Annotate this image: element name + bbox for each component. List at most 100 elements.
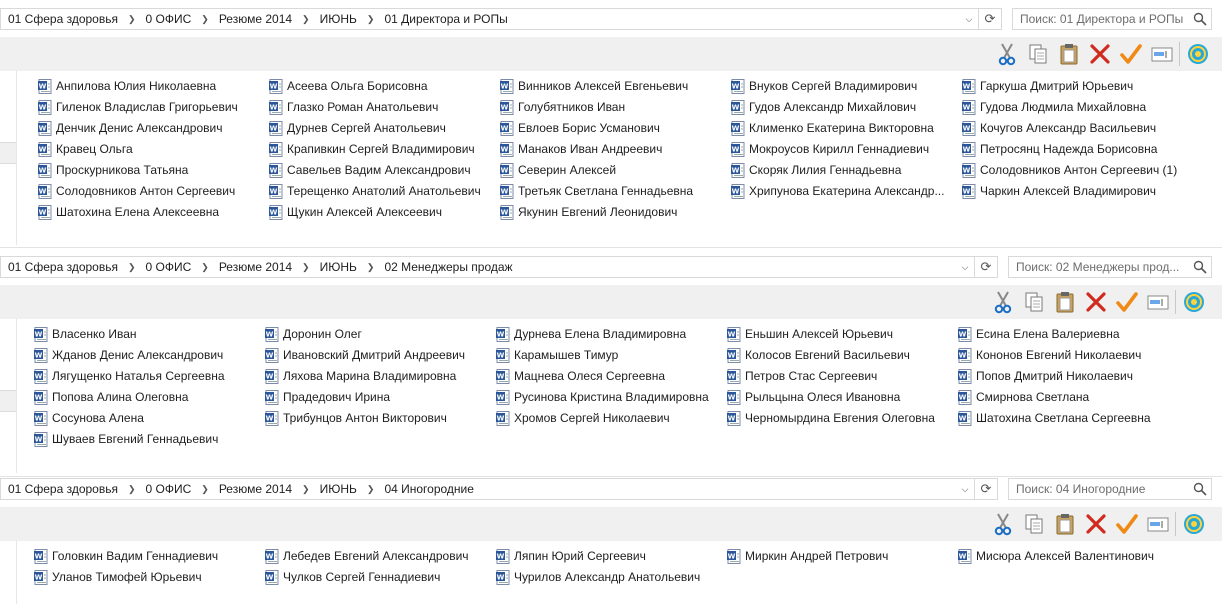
- address-bar[interactable]: 01 Сфера здоровья ❯ 0 ОФИС ❯ Резюме 2014 ❯ ИЮН…: [0, 478, 998, 500]
- breadcrumb-item[interactable]: Резюме 2014: [215, 482, 296, 496]
- file-item[interactable]: W Черномырдина Евгения Олеговна: [727, 408, 935, 428]
- file-item[interactable]: W Асеева Ольга Борисовна: [269, 76, 428, 96]
- file-item[interactable]: W Колосов Евгений Васильевич: [727, 345, 910, 365]
- file-item[interactable]: W Шуваев Евгений Геннадьевич: [34, 429, 218, 449]
- file-item[interactable]: W Попова Алина Олеговна: [34, 387, 188, 407]
- file-item[interactable]: W Хрипунова Екатерина Александр...: [731, 181, 944, 201]
- file-item[interactable]: W Петросянц Надежда Борисовна: [962, 139, 1157, 159]
- breadcrumb-item[interactable]: 0 ОФИС: [142, 482, 196, 496]
- file-item[interactable]: W Солодовников Антон Сергеевич: [38, 181, 235, 201]
- file-item[interactable]: W Ляхова Марина Владимировна: [265, 366, 456, 386]
- file-item[interactable]: W Ивановский Дмитрий Андреевич: [265, 345, 465, 365]
- file-item[interactable]: W Дурнева Елена Владимировна: [496, 324, 686, 344]
- file-item[interactable]: W Ляпин Юрий Сергеевич: [496, 546, 646, 566]
- paste-icon[interactable]: [1049, 287, 1080, 317]
- breadcrumb-chevron-icon[interactable]: ❯: [296, 262, 316, 273]
- file-item[interactable]: W Евлоев Борис Усманович: [500, 118, 660, 138]
- search-icon[interactable]: [1189, 479, 1211, 499]
- copy-icon[interactable]: [1022, 39, 1053, 69]
- cut-icon[interactable]: [987, 509, 1018, 539]
- file-item[interactable]: W Гудов Александр Михайлович: [731, 97, 916, 117]
- file-item[interactable]: W Трибунцов Антон Викторович: [265, 408, 447, 428]
- file-item[interactable]: W Дурнев Сергей Анатольевич: [269, 118, 446, 138]
- file-item[interactable]: W Кравец Ольга: [38, 139, 133, 159]
- file-item[interactable]: W Чаркин Алексей Владимирович: [962, 181, 1156, 201]
- nav-pane-item[interactable]: [0, 142, 16, 164]
- breadcrumb-item[interactable]: 02 Менеджеры продаж: [380, 260, 516, 274]
- file-item[interactable]: W Шатохина Светлана Сергеевна: [958, 408, 1151, 428]
- breadcrumb-chevron-icon[interactable]: ❯: [122, 484, 142, 495]
- breadcrumb-chevron-icon[interactable]: ❯: [195, 262, 215, 273]
- rename-icon[interactable]: [1142, 287, 1173, 317]
- file-item[interactable]: W Мисюра Алексей Валентинович: [958, 546, 1154, 566]
- breadcrumb-item[interactable]: 0 ОФИС: [142, 12, 196, 26]
- file-item[interactable]: W Власенко Иван: [34, 324, 137, 344]
- file-item[interactable]: W Внуков Сергей Владимирович: [731, 76, 917, 96]
- file-item[interactable]: W Русинова Кристина Владимировна: [496, 387, 709, 407]
- file-item[interactable]: W Хромов Сергей Николаевич: [496, 408, 670, 428]
- file-item[interactable]: W Попов Дмитрий Николаевич: [958, 366, 1133, 386]
- breadcrumb-item[interactable]: ИЮНЬ: [316, 260, 361, 274]
- file-item[interactable]: W Савельев Вадим Александрович: [269, 160, 471, 180]
- file-item[interactable]: W Якунин Евгений Леонидович: [500, 202, 677, 222]
- delete-icon[interactable]: [1080, 287, 1111, 317]
- file-item[interactable]: W Голубятников Иван: [500, 97, 625, 117]
- search-input[interactable]: Поиск: 04 Иногородние: [1008, 478, 1212, 500]
- file-item[interactable]: W Третьяк Светлана Геннадьевна: [500, 181, 693, 201]
- address-bar[interactable]: 01 Сфера здоровья ❯ 0 ОФИС ❯ Резюме 2014 ❯ ИЮН…: [0, 256, 998, 278]
- refresh-icon[interactable]: ⟳: [978, 9, 1001, 29]
- breadcrumb-item[interactable]: 04 Иногородние: [380, 482, 477, 496]
- delete-icon[interactable]: [1080, 509, 1111, 539]
- file-item[interactable]: W Шатохина Елена Алексеевна: [38, 202, 219, 222]
- file-item[interactable]: W Гудова Людмила Михайловна: [962, 97, 1146, 117]
- breadcrumb-item[interactable]: 01 Сфера здоровья: [4, 260, 122, 274]
- breadcrumb-chevron-icon[interactable]: ❯: [195, 14, 215, 25]
- file-item[interactable]: W Скоряк Лилия Геннадьевна: [731, 160, 901, 180]
- file-item[interactable]: W Лебедев Евгений Александрович: [265, 546, 469, 566]
- breadcrumb-item[interactable]: Резюме 2014: [215, 12, 296, 26]
- rename-icon[interactable]: [1142, 509, 1173, 539]
- breadcrumb-chevron-icon[interactable]: ❯: [361, 484, 381, 495]
- refresh-icon[interactable]: ⟳: [974, 257, 997, 277]
- shell-icon[interactable]: [1178, 287, 1209, 317]
- search-input[interactable]: Поиск: 01 Директора и РОПы: [1012, 8, 1212, 30]
- breadcrumb-chevron-icon[interactable]: ❯: [122, 262, 142, 273]
- shell-icon[interactable]: [1182, 39, 1213, 69]
- breadcrumb-chevron-icon[interactable]: ❯: [122, 14, 142, 25]
- pane-divider[interactable]: [16, 540, 17, 604]
- file-item[interactable]: W Сосунова Алена: [34, 408, 144, 428]
- file-item[interactable]: W Еньшин Алексей Юрьевич: [727, 324, 893, 344]
- file-item[interactable]: W Петров Стас Сергеевич: [727, 366, 877, 386]
- file-item[interactable]: W Смирнова Светлана: [958, 387, 1089, 407]
- chevron-down-icon[interactable]: ⌵: [955, 479, 974, 499]
- file-item[interactable]: W Мацнева Олеся Сергеевна: [496, 366, 665, 386]
- file-item[interactable]: W Проскурникова Татьяна: [38, 160, 188, 180]
- file-item[interactable]: W Северин Алексей: [500, 160, 616, 180]
- paste-icon[interactable]: [1053, 39, 1084, 69]
- file-item[interactable]: W Кононов Евгений Николаевич: [958, 345, 1141, 365]
- copy-icon[interactable]: [1018, 509, 1049, 539]
- address-bar[interactable]: 01 Сфера здоровья ❯ 0 ОФИС ❯ Резюме 2014 ❯ ИЮН…: [0, 8, 1002, 30]
- file-item[interactable]: W Денчик Денис Александрович: [38, 118, 222, 138]
- file-item[interactable]: W Гаркуша Дмитрий Юрьевич: [962, 76, 1133, 96]
- file-item[interactable]: W Мокроусов Кирилл Геннадиевич: [731, 139, 929, 159]
- check-icon[interactable]: [1111, 509, 1142, 539]
- file-item[interactable]: W Уланов Тимофей Юрьевич: [34, 567, 202, 587]
- breadcrumb-item[interactable]: 01 Сфера здоровья: [4, 482, 122, 496]
- file-item[interactable]: W Головкин Вадим Геннадиевич: [34, 546, 218, 566]
- file-item[interactable]: W Солодовников Антон Сергеевич (1): [962, 160, 1177, 180]
- file-item[interactable]: W Жданов Денис Александрович: [34, 345, 223, 365]
- cut-icon[interactable]: [991, 39, 1022, 69]
- check-icon[interactable]: [1115, 39, 1146, 69]
- breadcrumb-chevron-icon[interactable]: ❯: [361, 262, 381, 273]
- file-item[interactable]: W Рыльцына Олеся Ивановна: [727, 387, 900, 407]
- breadcrumb-chevron-icon[interactable]: ❯: [361, 14, 381, 25]
- pane-divider[interactable]: [16, 70, 17, 245]
- rename-icon[interactable]: [1146, 39, 1177, 69]
- breadcrumb-item[interactable]: 01 Директора и РОПы: [380, 12, 511, 26]
- breadcrumb-item[interactable]: ИЮНЬ: [316, 482, 361, 496]
- breadcrumb-item[interactable]: Резюме 2014: [215, 260, 296, 274]
- copy-icon[interactable]: [1018, 287, 1049, 317]
- file-item[interactable]: W Клименко Екатерина Викторовна: [731, 118, 934, 138]
- paste-icon[interactable]: [1049, 509, 1080, 539]
